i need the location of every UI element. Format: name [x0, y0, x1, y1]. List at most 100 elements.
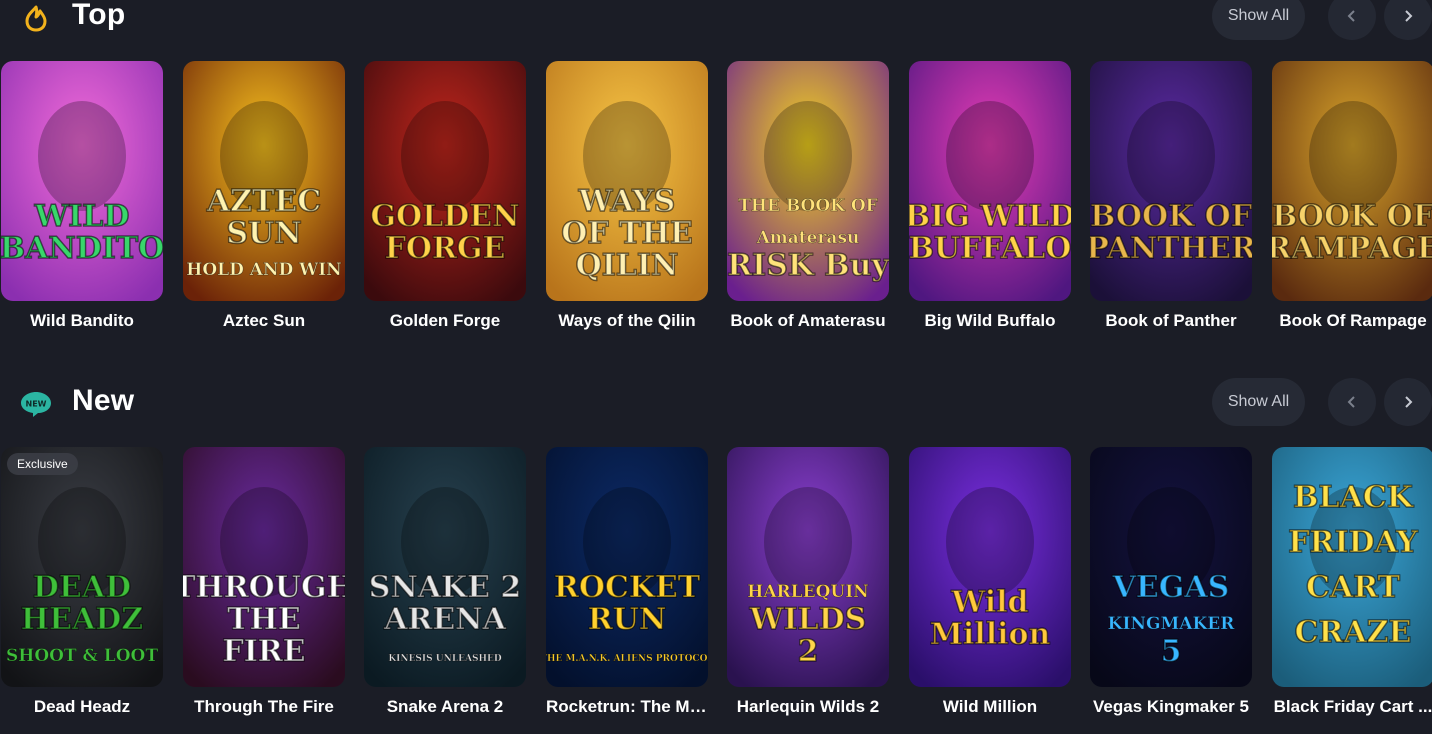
game-title[interactable]: Black Friday Cart ... [1272, 697, 1432, 717]
artwork-logo-text: ROCKET [554, 570, 701, 605]
game-artwork: GOLDENFORGE [364, 61, 526, 301]
artwork-logo-text: QILIN [576, 248, 679, 283]
artwork-logo-text: FRIDAY [1288, 525, 1418, 560]
game-thumbnail[interactable]: VEGAS KINGMAKER 5 [1090, 447, 1252, 687]
game-thumbnail[interactable]: HARLEQUIN WILDS 2 [727, 447, 889, 687]
artwork-logo-text: SUN [226, 216, 301, 251]
game-title[interactable]: Golden Forge [364, 311, 526, 331]
artwork-logo-text: KINGMAKER [1108, 614, 1236, 634]
game-thumbnail[interactable]: SNAKE 2 ARENA KINESIS UNLEASHED [364, 447, 526, 687]
game-artwork: SNAKE 2ARENA KINESIS UNLEASHED [364, 447, 526, 687]
game-artwork: BOOK OFPANTHER [1090, 61, 1252, 301]
game-artwork: BLACK FRIDAY CART CRAZE [1272, 447, 1432, 687]
artwork-figure [1309, 101, 1397, 211]
artwork-logo-text: 2 [798, 634, 819, 669]
exclusive-badge: Exclusive [7, 453, 78, 475]
game-thumbnail[interactable]: DEAD HEADZ SHOOT & LOOT Exclusive [1, 447, 163, 687]
artwork-logo-text: WILDS [749, 602, 867, 637]
game-artwork: VEGAS KINGMAKER5 [1090, 447, 1252, 687]
game-artwork: WAYSOF THEQILIN [546, 61, 708, 301]
game-thumbnail[interactable]: BOOK OF PANTHER [1090, 61, 1252, 301]
game-artwork: WILDBANDITO [1, 61, 163, 301]
show-all-button[interactable]: Show All [1212, 0, 1305, 40]
artwork-figure [1127, 101, 1215, 211]
game-artwork: ROCKETRUN THE M.A.N.K. ALIENS PROTOCOL [546, 447, 708, 687]
artwork-logo-text: 5 [1161, 634, 1182, 669]
artwork-figure [764, 487, 852, 597]
artwork-logo-text: BOOK OF [1272, 199, 1432, 234]
game-card[interactable]: WILD BANDITO Wild Bandito [1, 61, 163, 331]
section-header: Top Show All [0, 0, 1432, 48]
game-title[interactable]: Through The Fire [183, 697, 345, 717]
game-title[interactable]: Wild Million [909, 697, 1071, 717]
game-card[interactable]: AZTEC SUN HOLD AND WIN Aztec Sun [183, 61, 345, 331]
game-title[interactable]: Book of Panther [1090, 311, 1252, 331]
game-title[interactable]: Dead Headz [1, 697, 163, 717]
game-thumbnail[interactable]: Wild Million [909, 447, 1071, 687]
game-title[interactable]: Snake Arena 2 [364, 697, 526, 717]
game-card[interactable]: ROCKET RUN THE M.A.N.K. ALIENS PROTOCOL Roc… [546, 447, 708, 717]
game-thumbnail[interactable]: WAYS OF THE QILIN [546, 61, 708, 301]
game-card[interactable]: WAYS OF THE QILIN Ways of the Qilin [546, 61, 708, 331]
artwork-logo-text: VEGAS [1112, 570, 1230, 605]
artwork-logo-text: THROUGH [183, 570, 345, 605]
show-all-button[interactable]: Show All [1212, 378, 1305, 426]
chevron-right-icon[interactable] [1384, 378, 1432, 426]
game-card[interactable]: BOOK OF PANTHER Book of Panther [1090, 61, 1252, 331]
artwork-logo-text: HEADZ [21, 602, 143, 637]
artwork-logo-text: HOLD AND WIN [186, 260, 341, 280]
game-artwork: BIG WILDBUFFALO [909, 61, 1071, 301]
artwork-logo-text: RISK Buy [727, 248, 889, 283]
section-title: New [72, 384, 135, 417]
game-thumbnail[interactable]: THE BOOK OF Amaterasu RISK Buy [727, 61, 889, 301]
game-title[interactable]: Book Of Rampage [1272, 311, 1432, 331]
artwork-figure [946, 487, 1034, 597]
game-title[interactable]: Wild Bandito [1, 311, 163, 331]
section-title: Top [72, 0, 126, 31]
game-artwork: DEADHEADZ SHOOT & LOOT [1, 447, 163, 687]
artwork-logo-text: Amaterasu [756, 228, 860, 248]
game-card[interactable]: BLACK FRIDAY CART CRAZE Black Friday Cart ..… [1272, 447, 1432, 717]
chevron-right-icon[interactable] [1384, 0, 1432, 40]
game-card[interactable]: SNAKE 2 ARENA KINESIS UNLEASHED Snake Arena… [364, 447, 526, 717]
game-card[interactable]: GOLDEN FORGE Golden Forge [364, 61, 526, 331]
game-card[interactable]: BOOK OF RAMPAGE Book Of Rampage [1272, 61, 1432, 331]
game-card[interactable]: DEAD HEADZ SHOOT & LOOT Exclusive Dead Headz [1, 447, 163, 717]
game-card[interactable]: BIG WILD BUFFALO Big Wild Buffalo [909, 61, 1071, 331]
artwork-logo-text: AZTEC [206, 184, 321, 219]
game-title[interactable]: Aztec Sun [183, 311, 345, 331]
game-artwork: AZTECSUN HOLD AND WIN [183, 61, 345, 301]
game-card[interactable]: Wild Million Wild Million [909, 447, 1071, 717]
artwork-logo-text: SHOOT & LOOT [6, 646, 158, 666]
game-thumbnail[interactable]: ROCKET RUN THE M.A.N.K. ALIENS PROTOCOL [546, 447, 708, 687]
artwork-figure [764, 101, 852, 211]
game-card[interactable]: VEGAS KINGMAKER 5 Vegas Kingmaker 5 [1090, 447, 1252, 717]
new-games-section: NEW New Show All DEAD HEADZ SHOOT & LOOT Ex… [0, 372, 1432, 734]
game-title[interactable]: Book of Amaterasu [727, 311, 889, 331]
artwork-logo-text: ARENA [383, 602, 506, 637]
game-title[interactable]: Ways of the Qilin [546, 311, 708, 331]
game-title[interactable]: Vegas Kingmaker 5 [1090, 697, 1252, 717]
game-thumbnail[interactable]: BLACK FRIDAY CART CRAZE [1272, 447, 1432, 687]
artwork-logo-text: FORGE [385, 231, 506, 266]
game-card[interactable]: HARLEQUIN WILDS 2 Harlequin Wilds 2 [727, 447, 889, 717]
game-card[interactable]: THE BOOK OF Amaterasu RISK Buy Book of Amat… [727, 61, 889, 331]
game-title[interactable]: Rocketrun: The M.... [546, 697, 708, 717]
game-thumbnail[interactable]: THROUGH THE FIRE [183, 447, 345, 687]
game-carousel: DEAD HEADZ SHOOT & LOOT Exclusive Dead Headz… [0, 434, 1432, 734]
game-thumbnail[interactable]: AZTEC SUN HOLD AND WIN [183, 61, 345, 301]
artwork-logo-text: Wild [951, 585, 1029, 620]
game-thumbnail[interactable]: GOLDEN FORGE [364, 61, 526, 301]
chevron-left-icon[interactable] [1328, 378, 1376, 426]
game-card[interactable]: THROUGH THE FIRE Through The Fire [183, 447, 345, 717]
game-thumbnail[interactable]: WILD BANDITO [1, 61, 163, 301]
artwork-logo-text: OF THE [561, 216, 692, 251]
artwork-figure [946, 101, 1034, 211]
game-title[interactable]: Harlequin Wilds 2 [727, 697, 889, 717]
section-header: NEW New Show All [0, 372, 1432, 434]
game-thumbnail[interactable]: BIG WILD BUFFALO [909, 61, 1071, 301]
artwork-logo-text: THE BOOK OF [738, 196, 877, 216]
chevron-left-icon[interactable] [1328, 0, 1376, 40]
game-thumbnail[interactable]: BOOK OF RAMPAGE [1272, 61, 1432, 301]
game-title[interactable]: Big Wild Buffalo [909, 311, 1071, 331]
